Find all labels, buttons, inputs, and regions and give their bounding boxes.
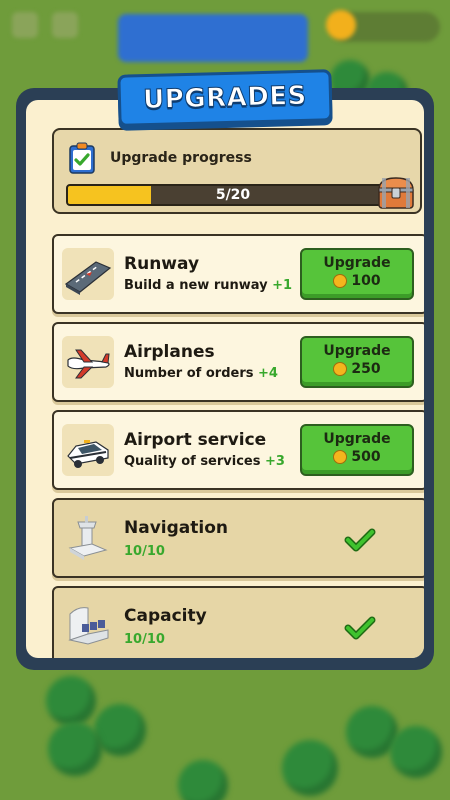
upgrade-progress-box: Upgrade progress 5/20 — [52, 128, 422, 214]
progress-label: Upgrade progress — [110, 150, 252, 166]
clipboard-check-icon — [69, 142, 95, 174]
check-icon — [344, 616, 376, 640]
upgrade-name: Navigation — [124, 518, 228, 538]
service-car-icon — [62, 424, 114, 476]
upgrade-row-navigation: Navigation 10/10 — [52, 498, 424, 578]
upgrade-name: Airplanes — [124, 342, 215, 362]
upgrade-name: Airport service — [124, 430, 267, 450]
upgrade-button-label: Upgrade — [323, 431, 391, 447]
upgrade-bonus: +4 — [258, 366, 278, 381]
coin-icon — [333, 450, 348, 464]
upgrade-row-airplanes: Airplanes Number of orders +4 Upgrade 25… — [52, 322, 424, 402]
upgrade-button-runway[interactable]: Upgrade 100 — [300, 248, 414, 300]
upgrade-cost: 250 — [351, 361, 381, 377]
coin-icon — [333, 274, 348, 288]
upgrade-button-airplanes[interactable]: Upgrade 250 — [300, 336, 414, 388]
upgrade-desc: Number of orders +4 — [124, 366, 278, 381]
runway-icon — [62, 248, 114, 300]
control-tower-icon — [62, 512, 114, 564]
check-icon — [344, 528, 376, 552]
terminal-seats-icon — [62, 600, 114, 652]
blurred-flight-card — [118, 14, 308, 62]
airplane-icon — [62, 336, 114, 388]
upgrade-bonus: +3 — [265, 454, 285, 469]
upgrades-panel: Upgrade progress 5/20 Runway Build a new… — [16, 88, 434, 670]
upgrade-name: Runway — [124, 254, 200, 274]
upgrade-button-label: Upgrade — [323, 255, 391, 271]
upgrade-button-airport-service[interactable]: Upgrade 500 — [300, 424, 414, 476]
upgrade-cost: 500 — [351, 449, 381, 465]
title-banner: UPGRADES — [117, 69, 333, 127]
upgrade-bonus: +1 — [272, 278, 293, 293]
panel-content: Upgrade progress 5/20 Runway Build a new… — [26, 100, 424, 658]
page-title: UPGRADES — [142, 80, 308, 116]
blurred-menu-button — [52, 12, 78, 38]
coin-icon — [333, 362, 348, 376]
progress-bar: 5/20 — [66, 184, 400, 206]
upgrade-desc: Build a new runway +1 — [124, 278, 293, 293]
upgrade-row-airport-service: Airport service Quality of services +3 U… — [52, 410, 424, 490]
upgrade-desc: Quality of services +3 — [124, 454, 285, 469]
upgrade-level: 10/10 — [124, 632, 165, 647]
upgrade-row-runway: Runway Build a new runway +1 Upgrade 100 — [52, 234, 424, 314]
upgrade-cost: 100 — [351, 273, 381, 289]
upgrade-button-label: Upgrade — [323, 343, 391, 359]
upgrade-row-capacity: Capacity 10/10 — [52, 586, 424, 658]
progress-text: 5/20 — [215, 187, 251, 203]
blurred-settings-button — [12, 12, 38, 38]
reward-chest-icon[interactable] — [376, 176, 416, 210]
upgrade-level: 10/10 — [124, 544, 165, 559]
blurred-coin-icon — [326, 10, 356, 40]
upgrade-name: Capacity — [124, 606, 207, 626]
